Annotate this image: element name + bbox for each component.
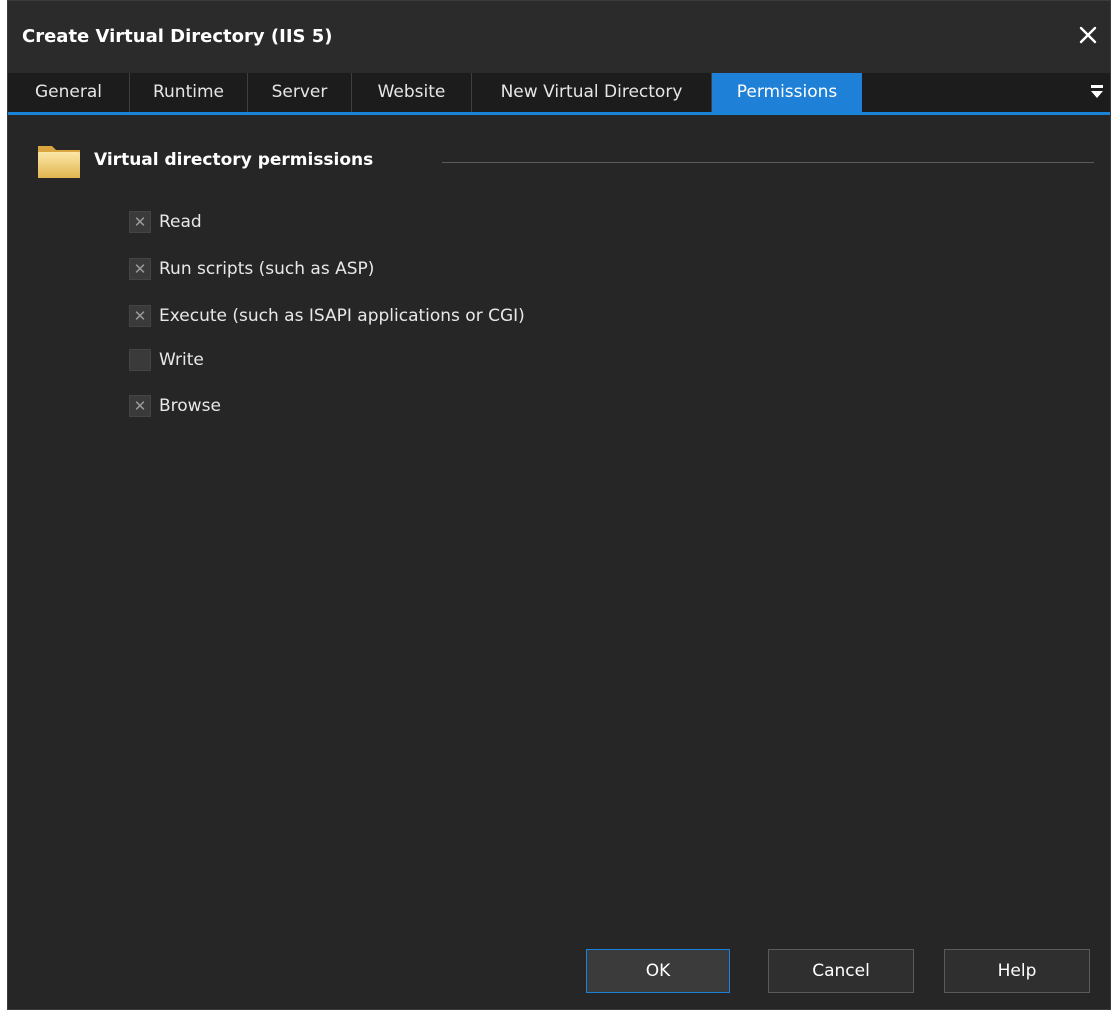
dialog-window: Create Virtual Directory (IIS 5) General… (7, 0, 1111, 1010)
tab-website[interactable]: Website (352, 73, 472, 112)
help-button[interactable]: Help (944, 949, 1090, 993)
checkbox-checked-icon[interactable]: ✕ (129, 258, 151, 280)
cancel-button[interactable]: Cancel (768, 949, 914, 993)
menu-icon (1091, 85, 1103, 98)
tabs-overflow-button[interactable] (1090, 81, 1104, 103)
close-icon (1079, 26, 1097, 44)
run-scripts-label: Run scripts (such as ASP) (159, 259, 375, 279)
tab-new-virtual-directory[interactable]: New Virtual Directory (472, 73, 712, 112)
read-checkbox[interactable]: ✕ Read (129, 209, 202, 235)
tab-general[interactable]: General (8, 73, 130, 112)
tab-runtime[interactable]: Runtime (130, 73, 248, 112)
browse-checkbox[interactable]: ✕ Browse (129, 393, 221, 419)
read-label: Read (159, 212, 202, 232)
checkbox-checked-icon[interactable]: ✕ (129, 211, 151, 233)
execute-label: Execute (such as ISAPI applications or C… (159, 306, 525, 326)
run-scripts-checkbox[interactable]: ✕ Run scripts (such as ASP) (129, 256, 374, 282)
group-title: Virtual directory permissions (94, 150, 374, 170)
write-label: Write (159, 350, 204, 370)
checkbox-checked-icon[interactable]: ✕ (129, 305, 151, 327)
tab-permissions[interactable]: Permissions (712, 73, 862, 112)
group-divider (442, 162, 1094, 163)
checkbox-checked-icon[interactable]: ✕ (129, 395, 151, 417)
checkbox-unchecked-icon[interactable] (129, 349, 151, 371)
window-title: Create Virtual Directory (IIS 5) (22, 26, 333, 47)
close-button[interactable] (1076, 23, 1100, 47)
execute-checkbox[interactable]: ✕ Execute (such as ISAPI applications or… (129, 303, 525, 329)
tab-bar: General Runtime Server Website New Virtu… (8, 73, 1110, 115)
folder-icon (38, 146, 80, 178)
tab-server[interactable]: Server (248, 73, 352, 112)
browse-label: Browse (159, 396, 221, 416)
title-bar: Create Virtual Directory (IIS 5) (8, 1, 1110, 73)
permissions-group-header: Virtual directory permissions (36, 141, 1094, 183)
write-checkbox[interactable]: Write (129, 347, 204, 373)
ok-button[interactable]: OK (586, 949, 730, 993)
